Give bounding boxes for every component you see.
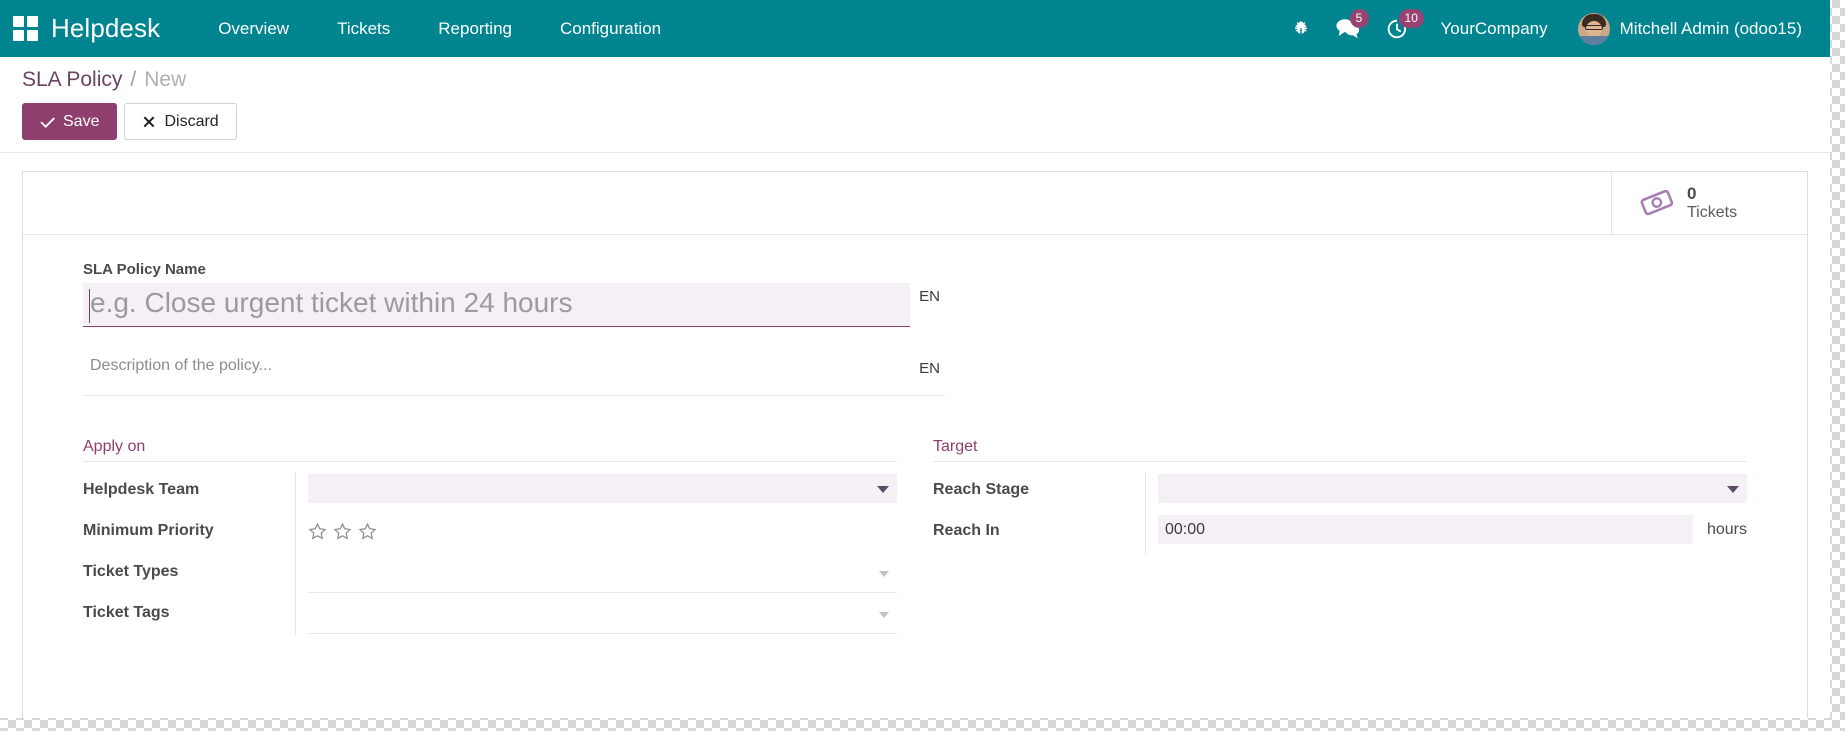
ticket-types-value	[308, 554, 897, 594]
menu-item-tickets[interactable]: Tickets	[313, 0, 414, 57]
menu-item-reporting[interactable]: Reporting	[414, 0, 536, 57]
reach-in-label: Reach In	[933, 522, 1000, 540]
helpdesk-team-value	[308, 472, 897, 504]
tickets-count-label: Tickets	[1687, 203, 1738, 221]
star-icon[interactable]	[333, 522, 352, 541]
check-icon	[40, 117, 55, 129]
apps-grid-square	[26, 30, 38, 41]
save-button-label: Save	[63, 113, 100, 130]
save-button[interactable]: Save	[22, 103, 118, 141]
chevron-down-icon	[879, 612, 889, 619]
description-row: EN	[83, 355, 945, 397]
field-row-ticket-types: Ticket Types	[83, 554, 897, 596]
chevron-down-icon	[877, 486, 889, 494]
user-menu-label: Mitchell Admin (odoo15)	[1619, 18, 1802, 38]
stat-button-box: 0 Tickets	[23, 172, 1807, 236]
debug-menu-button[interactable]	[1279, 0, 1323, 57]
discard-button-label: Discard	[164, 113, 219, 130]
times-icon	[144, 116, 155, 127]
helpdesk-team-select[interactable]	[308, 474, 897, 504]
description-input[interactable]	[83, 355, 911, 378]
field-row-reach-in: Reach In 00:00 hours	[933, 513, 1747, 555]
priority-star-rating	[308, 515, 377, 541]
breadcrumb: SLA Policy / New	[22, 68, 1808, 92]
user-menu[interactable]: Mitchell Admin (odoo15)	[1568, 0, 1816, 57]
description-language-badge[interactable]: EN	[914, 358, 945, 380]
group-target: Target Reach Stage Reach In 00:00 hours	[933, 438, 1747, 636]
breadcrumb-separator: /	[130, 68, 137, 91]
apps-grid-square	[12, 16, 24, 27]
reach-stage-label: Reach Stage	[933, 481, 1030, 499]
app-brand-helpdesk[interactable]: Helpdesk	[51, 13, 160, 44]
menu-item-configuration[interactable]: Configuration	[536, 0, 685, 57]
group-divider	[1145, 513, 1146, 555]
ticket-icon	[1640, 186, 1674, 220]
group-divider	[295, 554, 296, 596]
field-row-helpdesk-team: Helpdesk Team	[83, 472, 897, 514]
form-groups: Apply on Helpdesk Team Minimum Priority …	[83, 438, 1747, 637]
helpdesk-team-label: Helpdesk Team	[83, 481, 200, 499]
star-icon[interactable]	[308, 522, 327, 541]
sla-policy-name-input[interactable]	[83, 283, 911, 328]
apps-grid-square	[12, 30, 24, 41]
sla-policy-name-row: EN	[83, 283, 945, 328]
breadcrumb-item-sla-policy[interactable]: SLA Policy	[22, 68, 122, 92]
field-row-ticket-tags: Ticket Tags	[83, 595, 897, 637]
group-apply-on: Apply on Helpdesk Team Minimum Priority …	[83, 438, 897, 637]
minimum-priority-value	[308, 513, 897, 541]
apps-grid-square	[26, 16, 38, 27]
menu-item-overview[interactable]: Overview	[194, 0, 313, 57]
form-view-background: 0 Tickets SLA Policy Name EN	[0, 153, 1830, 718]
chevron-down-icon	[879, 571, 889, 578]
group-apply-on-title: Apply on	[83, 438, 897, 463]
avatar	[1577, 12, 1610, 45]
text-cursor	[89, 289, 90, 324]
avatar-glasses	[1584, 24, 1603, 30]
reach-stage-value	[1158, 472, 1747, 504]
messages-badge-count: 5	[1349, 9, 1369, 28]
group-divider	[1145, 472, 1146, 514]
reach-in-suffix: hours	[1706, 520, 1747, 538]
navbar-right-section: 5 10 YourCompany Mitchell Admin (odoo15)	[1279, 0, 1816, 57]
ticket-types-label: Ticket Types	[83, 563, 179, 581]
control-panel: SLA Policy / New Save Discard	[0, 57, 1830, 154]
apps-menu-icon[interactable]	[12, 16, 38, 42]
odoo-app-window: Helpdesk Overview Tickets Reporting Conf…	[0, 0, 1830, 718]
group-divider	[295, 472, 296, 514]
chevron-down-icon	[1727, 486, 1739, 494]
discard-button[interactable]: Discard	[124, 103, 237, 141]
ticket-tags-value	[308, 595, 897, 635]
star-icon[interactable]	[358, 522, 377, 541]
activities-badge-count: 10	[1398, 9, 1424, 28]
main-menu: Overview Tickets Reporting Configuration	[194, 0, 685, 57]
stat-button-tickets[interactable]: 0 Tickets	[1611, 172, 1807, 235]
record-action-buttons: Save Discard	[22, 103, 1808, 141]
top-navbar: Helpdesk Overview Tickets Reporting Conf…	[0, 0, 1830, 57]
form-sheet: 0 Tickets SLA Policy Name EN	[22, 171, 1808, 718]
ticket-tags-label: Ticket Tags	[83, 604, 170, 622]
reach-in-value: 00:00 hours	[1158, 513, 1747, 545]
group-target-title: Target	[933, 438, 1747, 463]
bug-icon	[1294, 21, 1307, 34]
sla-policy-name-label: SLA Policy Name	[83, 261, 206, 279]
reach-in-input[interactable]: 00:00	[1158, 515, 1693, 545]
field-row-minimum-priority: Minimum Priority	[83, 513, 897, 555]
ticket-types-select[interactable]	[308, 556, 897, 594]
tickets-count-value: 0	[1687, 184, 1697, 204]
ticket-tags-select[interactable]	[308, 597, 897, 635]
messages-button[interactable]: 5	[1323, 0, 1373, 57]
name-language-badge[interactable]: EN	[914, 286, 945, 308]
activities-button[interactable]: 10	[1373, 0, 1424, 57]
form-body: SLA Policy Name EN EN	[23, 235, 1807, 637]
group-divider	[295, 595, 296, 637]
field-row-reach-stage: Reach Stage	[933, 472, 1747, 514]
stat-button-text: 0 Tickets	[1687, 184, 1737, 222]
breadcrumb-current-new: New	[144, 68, 187, 91]
group-divider	[295, 513, 296, 555]
sla-policy-name-input-wrap	[83, 283, 911, 328]
reach-stage-select[interactable]	[1158, 474, 1747, 504]
company-switcher[interactable]: YourCompany	[1421, 0, 1568, 57]
minimum-priority-label: Minimum Priority	[83, 522, 214, 540]
avatar-shirt	[1577, 35, 1610, 45]
